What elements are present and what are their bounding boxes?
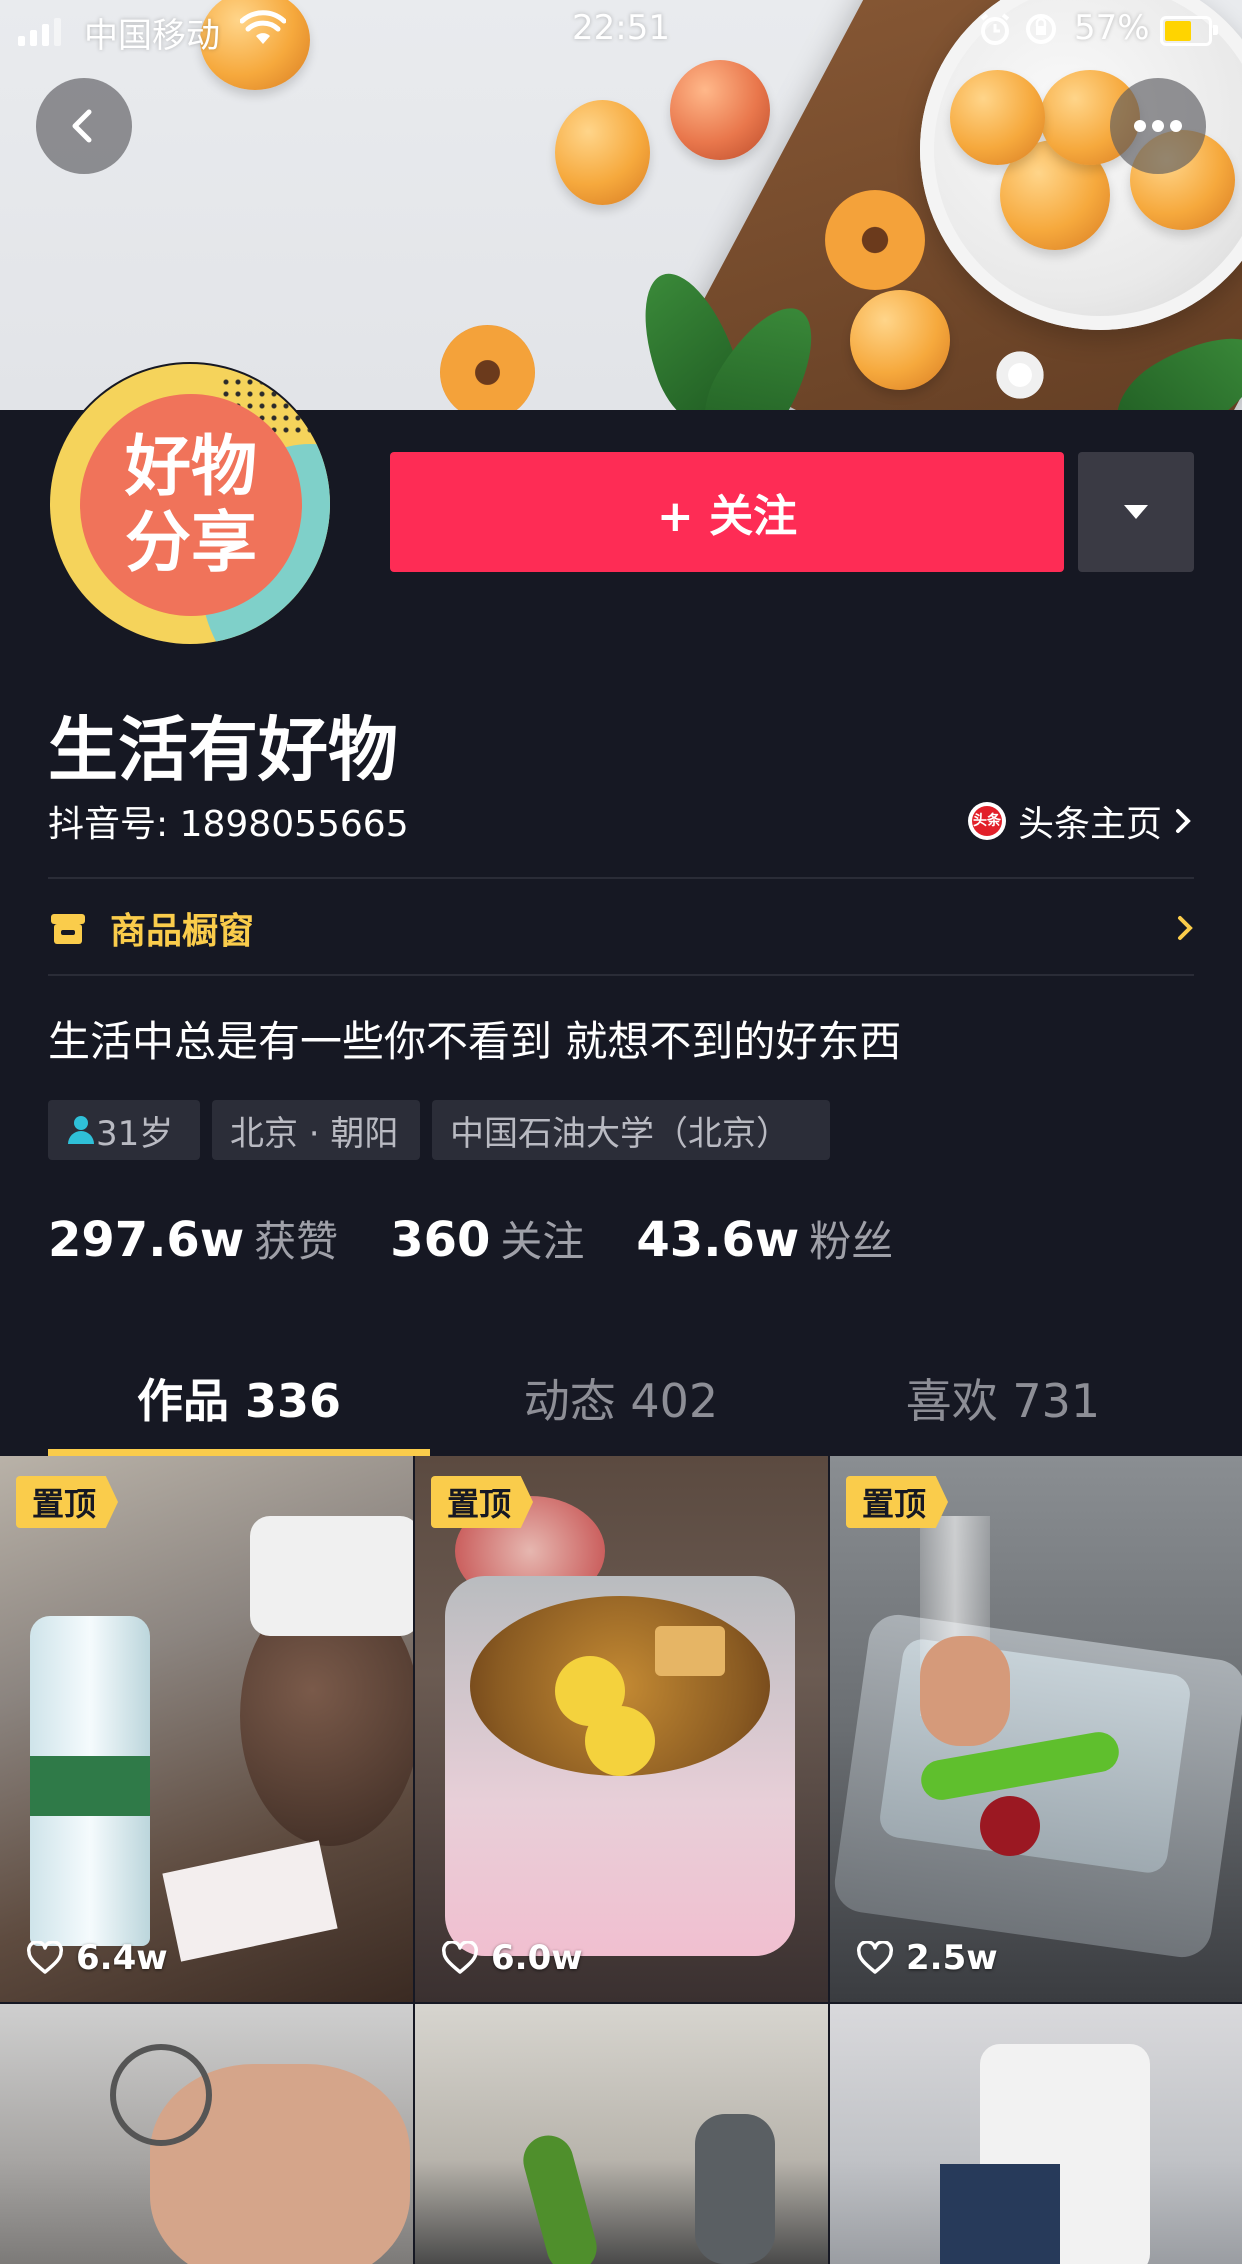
likes-count: 297.6w <box>48 1212 245 1268</box>
battery-icon <box>1160 16 1218 46</box>
avatar[interactable]: 好物 分享 <box>48 362 332 646</box>
recommend-dropdown-button[interactable] <box>1078 452 1194 572</box>
back-button[interactable] <box>36 78 132 174</box>
following-label[interactable]: 关注 <box>500 1208 584 1269</box>
person-icon <box>68 1116 94 1144</box>
video-thumbnail[interactable] <box>415 2004 828 2264</box>
shop-window-label: 商品橱窗 <box>110 911 255 952</box>
chevron-right-icon <box>1176 809 1191 833</box>
like-count: 6.0w <box>441 1938 583 1978</box>
bio: 生活中总是有一些你不看到 就想不到的好东西 <box>48 1017 902 1066</box>
follow-button[interactable]: + 关注 <box>390 452 1064 572</box>
video-thumbnail[interactable]: 置顶 6.0w <box>415 1456 828 2002</box>
heart-icon <box>27 1941 63 1974</box>
heart-icon <box>857 1941 893 1974</box>
location-tag: 北京 · 朝阳 <box>212 1100 420 1160</box>
douyin-id: 抖音号: 1898055665 <box>48 804 409 845</box>
followers-label[interactable]: 粉丝 <box>809 1208 893 1269</box>
alarm-icon <box>980 13 1010 45</box>
like-count: 2.5w <box>856 1938 998 1978</box>
triangle-down-icon <box>1124 505 1148 519</box>
video-thumbnail[interactable] <box>830 2004 1242 2264</box>
like-count: 6.4w <box>26 1938 168 1978</box>
tab-works[interactable]: 作品 336 <box>32 1340 446 1456</box>
more-button[interactable] <box>1110 78 1206 174</box>
divider <box>48 877 1194 879</box>
video-thumbnail[interactable] <box>0 2004 413 2264</box>
toutiao-link-label: 头条主页 <box>1018 804 1163 845</box>
chevron-left-icon <box>72 109 92 143</box>
status-bar: 中国移动 22:51 57% <box>0 0 1242 60</box>
profile-banner <box>0 0 1242 410</box>
pinned-badge: 置顶 <box>431 1476 534 1528</box>
toutiao-homepage-link[interactable]: 头条 头条主页 <box>968 795 1192 847</box>
following-count[interactable]: 360 <box>390 1212 490 1268</box>
profile-name: 生活有好物 <box>48 709 398 791</box>
age-tag: 31岁 <box>48 1100 200 1160</box>
avatar-text-line1: 好物 <box>125 428 257 505</box>
profile-tabs: 作品 336 动态 402 喜欢 731 <box>0 1340 1242 1456</box>
shop-window-row[interactable]: 商品橱窗 <box>48 880 1194 976</box>
battery-percent: 57% <box>1074 8 1150 48</box>
tab-likes[interactable]: 喜欢 731 <box>796 1340 1210 1456</box>
chevron-right-icon <box>1178 916 1193 940</box>
more-dots-icon <box>1134 120 1182 132</box>
heart-icon <box>442 1941 478 1974</box>
pinned-badge: 置顶 <box>16 1476 119 1528</box>
likes-label: 获赞 <box>254 1217 339 1266</box>
school-tag: 中国石油大学（北京） <box>432 1100 830 1160</box>
profile-stats: 297.6w 获赞 360 关注 43.6w 粉丝 <box>48 1208 945 1269</box>
followers-count[interactable]: 43.6w <box>636 1212 799 1268</box>
avatar-text-line2: 分享 <box>125 504 257 581</box>
video-thumbnail[interactable]: 置顶 2.5w <box>830 1456 1242 2002</box>
tab-activity[interactable]: 动态 402 <box>414 1340 828 1456</box>
video-thumbnail[interactable]: 置顶 6.4w <box>0 1456 413 2002</box>
pinned-badge: 置顶 <box>846 1476 949 1528</box>
shop-icon <box>51 914 85 944</box>
active-tab-indicator <box>48 1449 430 1456</box>
toutiao-icon: 头条 <box>968 802 1006 840</box>
divider <box>48 974 1194 976</box>
rotation-lock-icon <box>1026 14 1056 44</box>
